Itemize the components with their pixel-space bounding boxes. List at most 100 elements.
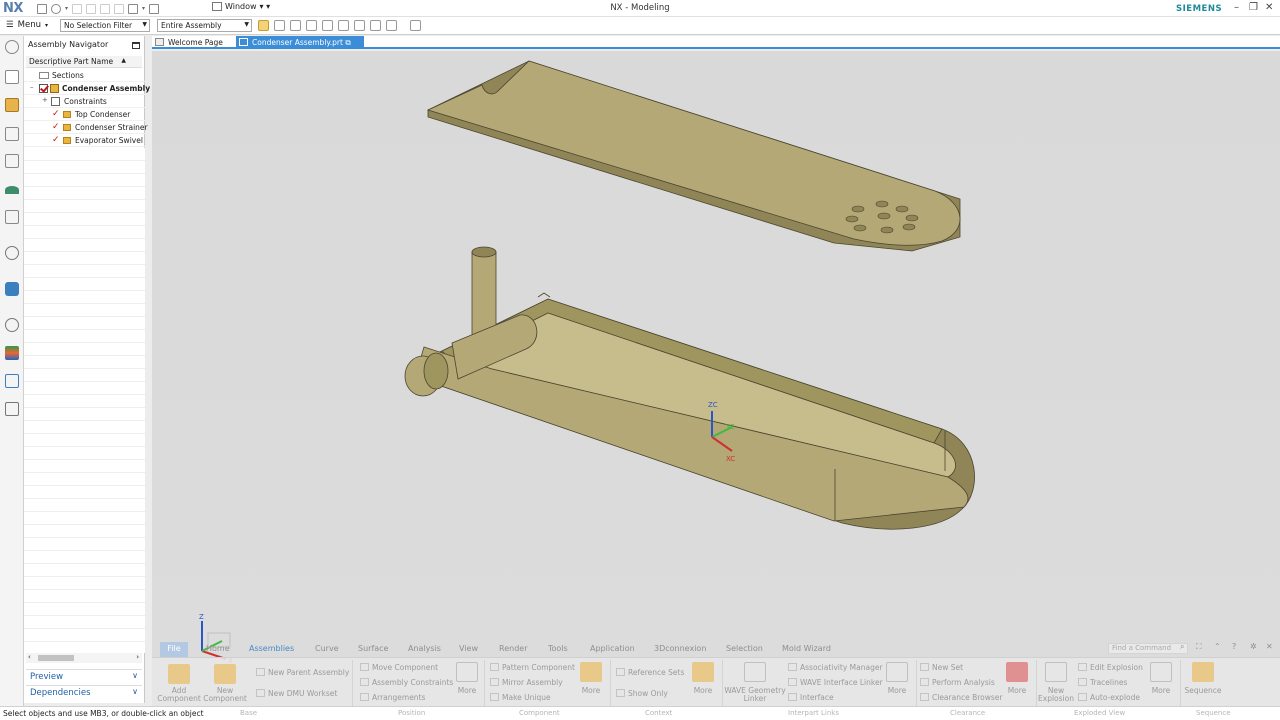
close-icon[interactable]: ✕ — [1266, 642, 1273, 651]
help-icon[interactable]: ? — [1232, 642, 1236, 651]
wave-interface-linker-button[interactable]: WAVE Interface Linker — [788, 678, 883, 687]
fullscreen-icon[interactable]: ⛶ — [1196, 642, 1202, 652]
more-component-icon[interactable] — [580, 662, 602, 682]
scroll-right-icon[interactable]: › — [136, 653, 139, 661]
menu-button[interactable]: ☰ Menu ▾ — [6, 20, 48, 30]
graphics-window[interactable]: ZC YC XC Z X — [152, 51, 1280, 706]
edit-explosion-button[interactable]: Edit Explosion — [1078, 663, 1143, 672]
wave-geometry-linker-button[interactable]: WAVE Geometry Linker — [724, 687, 786, 703]
tab-assemblies[interactable]: Assemblies — [249, 644, 294, 653]
more-component-button[interactable]: More — [574, 687, 608, 695]
sequence-button[interactable]: Sequence — [1182, 687, 1224, 695]
more-exploded-button[interactable]: More — [1144, 687, 1178, 695]
move-component-button[interactable]: Move Component — [360, 663, 438, 672]
face-rule-icon[interactable] — [306, 20, 317, 31]
tab-tools[interactable]: Tools — [548, 644, 568, 653]
checkmark-icon[interactable]: ✓ — [52, 110, 60, 119]
more-position-button[interactable]: More — [450, 687, 484, 695]
collapse-ribbon-icon[interactable]: ⌃ — [1214, 642, 1221, 651]
part-files-icon[interactable] — [5, 154, 19, 168]
wave-geometry-linker-icon[interactable] — [744, 662, 766, 682]
tree-row-top-condenser[interactable]: ✓ Top Condenser — [24, 108, 145, 121]
make-unique-button[interactable]: Make Unique — [490, 693, 551, 702]
pop-out-icon[interactable]: ⧉ — [345, 38, 350, 47]
more-interpart-button[interactable]: More — [880, 687, 914, 695]
more-context-button[interactable]: More — [686, 687, 720, 695]
tree-row-sections[interactable]: Sections — [24, 69, 145, 82]
feature-select-icon[interactable] — [322, 20, 333, 31]
select-component-icon[interactable] — [258, 20, 269, 31]
roles-icon[interactable] — [5, 346, 19, 360]
tree-row-condenser-assembly[interactable]: – Condenser Assembly ( — [24, 82, 156, 95]
tab-condenser-assembly[interactable]: Condenser Assembly.prt ⧉ ✕ — [236, 36, 364, 57]
tab-view[interactable]: View — [459, 644, 478, 653]
auto-explode-button[interactable]: Auto-explode — [1078, 693, 1140, 702]
assembly-constraints-button[interactable]: Assembly Constraints — [360, 678, 453, 687]
reference-set-icon[interactable] — [370, 20, 381, 31]
hd3d-tools-icon[interactable] — [5, 210, 19, 224]
add-component-button[interactable]: Add Component — [156, 687, 202, 703]
search-icon[interactable]: ⌕ — [1180, 642, 1184, 652]
add-component-icon[interactable] — [168, 664, 190, 684]
interface-button[interactable]: Interface — [788, 693, 834, 702]
view-settings-icon[interactable] — [410, 20, 421, 31]
tab-curve[interactable]: Curve — [315, 644, 339, 653]
scrollbar-thumb[interactable] — [38, 655, 74, 661]
component-select-icon[interactable] — [338, 20, 349, 31]
column-header[interactable]: Descriptive Part Name ▲ — [26, 56, 142, 68]
tab-welcome-page[interactable]: Welcome Page — [152, 36, 236, 49]
new-explosion-icon[interactable] — [1045, 662, 1067, 682]
visibility-checkbox[interactable] — [39, 84, 48, 93]
preview-panel[interactable]: Preview ∨ — [26, 669, 142, 683]
more-context-icon[interactable] — [692, 662, 714, 682]
highlight-icon[interactable] — [386, 20, 397, 31]
arrangements-button[interactable]: Arrangements — [360, 693, 425, 702]
settings-gear-icon[interactable] — [5, 40, 19, 54]
sequence-icon[interactable] — [1192, 662, 1214, 682]
system-materials-icon[interactable] — [5, 374, 19, 388]
dependencies-panel[interactable]: Dependencies ∨ — [26, 685, 142, 699]
horizontal-scrollbar[interactable]: ‹ › — [26, 653, 142, 663]
more-position-icon[interactable] — [456, 662, 478, 682]
tab-3dconnexion[interactable]: 3Dconnexion — [654, 644, 706, 653]
collapse-icon[interactable]: – — [30, 83, 34, 91]
selection-scope-select[interactable]: Entire Assembly ▼ — [157, 19, 252, 32]
new-parent-assembly-button[interactable]: New Parent Assembly — [256, 668, 349, 677]
web-browser-icon[interactable] — [5, 246, 19, 260]
tree-row-evaporator-swivel[interactable]: ✓ Evaporator Swivel — [24, 134, 145, 147]
reuse-library-icon[interactable] — [5, 186, 19, 194]
tab-home[interactable]: Home — [206, 644, 230, 653]
tab-mold-wizard[interactable]: Mold Wizard — [782, 644, 831, 653]
body-select-icon[interactable] — [354, 20, 365, 31]
new-dmu-workset-button[interactable]: New DMU Workset — [256, 689, 337, 698]
perform-analysis-button[interactable]: Perform Analysis — [920, 678, 995, 687]
mirror-assembly-button[interactable]: Mirror Assembly — [490, 678, 563, 687]
expand-icon[interactable]: + — [42, 96, 48, 104]
tab-surface[interactable]: Surface — [358, 644, 388, 653]
scroll-left-icon[interactable]: ‹ — [28, 653, 31, 661]
new-component-button[interactable]: New Component — [202, 687, 248, 703]
checkmark-icon[interactable]: ✓ — [52, 123, 60, 132]
tracelines-button[interactable]: Tracelines — [1078, 678, 1127, 687]
maximize-icon[interactable] — [132, 42, 140, 49]
pattern-component-button[interactable]: Pattern Component — [490, 663, 575, 672]
minimize-icon[interactable]: – — [1234, 2, 1239, 13]
history-clock-icon[interactable] — [5, 318, 19, 332]
more-interpart-icon[interactable] — [886, 662, 908, 682]
more-clearance-icon[interactable] — [1006, 662, 1028, 682]
constraint-navigator-icon[interactable] — [5, 127, 19, 141]
restore-icon[interactable]: ❐ — [1249, 2, 1258, 13]
close-window-icon[interactable]: ✕ — [1265, 2, 1273, 13]
tab-selection[interactable]: Selection — [726, 644, 763, 653]
tree-row-constraints[interactable]: + Constraints — [24, 95, 145, 108]
tab-file[interactable]: File — [160, 642, 188, 657]
assembly-navigator-icon[interactable] — [5, 98, 19, 112]
new-set-button[interactable]: New Set — [920, 663, 963, 672]
associativity-manager-button[interactable]: Associativity Manager — [788, 663, 883, 672]
new-component-icon[interactable] — [214, 664, 236, 684]
selection-filter-select[interactable]: No Selection Filter ▼ — [60, 19, 150, 32]
tab-analysis[interactable]: Analysis — [408, 644, 441, 653]
tab-application[interactable]: Application — [590, 644, 635, 653]
clearance-browser-button[interactable]: Clearance Browser — [920, 693, 1002, 702]
more-exploded-icon[interactable] — [1150, 662, 1172, 682]
